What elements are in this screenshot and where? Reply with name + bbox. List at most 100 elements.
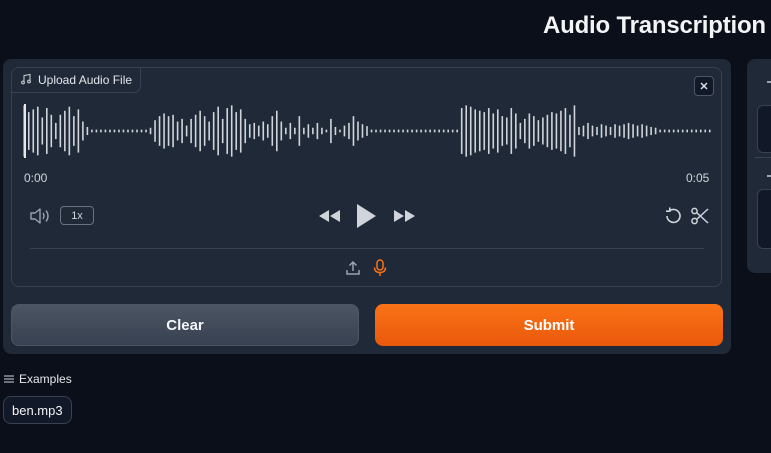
waveform-bar: [41, 117, 44, 145]
output-panel: [747, 59, 771, 273]
waveform-bar: [654, 127, 657, 135]
waveform-bar: [424, 129, 427, 133]
upload-source-button[interactable]: [343, 258, 363, 278]
waveform-bar: [298, 116, 301, 146]
waveform-bar: [140, 129, 143, 133]
volume-icon: [30, 208, 49, 224]
waveform-bar: [199, 110, 201, 152]
examples-label: Examples: [19, 372, 72, 386]
waveform-bar: [573, 105, 576, 157]
waveform-bar: [677, 129, 679, 133]
waveform-bar: [239, 109, 242, 153]
waveform-bar: [212, 112, 215, 150]
waveform-bar: [478, 110, 481, 152]
waveform-bar: [118, 129, 120, 133]
audio-input-box: [11, 67, 722, 287]
waveform-bar: [578, 126, 580, 136]
waveform-bar: [339, 129, 341, 133]
waveform-bar: [352, 116, 355, 146]
waveform-bar: [672, 129, 675, 133]
play-button[interactable]: [353, 201, 379, 231]
microphone-source-button[interactable]: [371, 258, 389, 278]
output-label-mark: [767, 81, 771, 83]
waveform-bar: [357, 121, 359, 141]
audio-input-label: Upload Audio File: [12, 68, 142, 93]
example-item[interactable]: ben.mp3: [3, 396, 72, 424]
waveform-bar: [681, 129, 684, 133]
waveform-bar: [388, 129, 391, 133]
waveform-bar: [411, 129, 413, 133]
waveform-bar: [438, 129, 440, 133]
fast-forward-button[interactable]: [392, 206, 418, 226]
waveform-bar: [289, 122, 292, 140]
waveform-bar: [614, 124, 616, 138]
close-button[interactable]: [694, 76, 714, 96]
waveform-bar: [217, 106, 219, 156]
waveform-bar: [145, 129, 147, 133]
waveform-bar: [623, 124, 625, 138]
waveform-bar: [136, 129, 138, 133]
waveform-bar: [73, 116, 75, 146]
waveform-bar: [609, 126, 612, 136]
waveform-bar: [257, 125, 260, 137]
waveform-bar: [271, 116, 274, 146]
waveform-bar: [704, 129, 707, 133]
waveform-bar: [402, 129, 404, 133]
waveform-bar: [113, 129, 116, 133]
output-field-2[interactable]: [757, 189, 771, 249]
waveform-bar: [501, 116, 504, 146]
waveform-bar: [100, 129, 102, 133]
waveform-bar: [460, 108, 463, 154]
waveform-bar: [316, 122, 319, 140]
waveform-bar: [668, 129, 670, 133]
waveform-bar: [348, 122, 350, 140]
waveform-bar: [582, 125, 585, 137]
waveform-bar: [650, 126, 652, 136]
waveform-bar: [262, 121, 265, 141]
waveform-bar: [190, 118, 192, 144]
waveform-bar: [181, 118, 183, 144]
waveform-bar: [699, 129, 702, 133]
waveform-bar: [537, 120, 540, 142]
waveform-bar: [167, 116, 170, 146]
waveform-bar: [276, 110, 278, 152]
upload-icon: [346, 260, 360, 275]
waveform-bar: [64, 110, 66, 152]
waveform-bar: [569, 114, 571, 148]
waveform-bar: [433, 129, 436, 133]
list-icon: [4, 375, 14, 383]
waveform-bar: [366, 126, 368, 136]
music-note-icon: [20, 73, 32, 88]
waveform-bar: [91, 129, 93, 133]
waveform-bar: [221, 118, 224, 144]
undo-button[interactable]: [662, 205, 684, 227]
waveform-bar: [325, 129, 328, 133]
waveform-bar: [68, 106, 71, 156]
waveform-bar: [285, 127, 287, 135]
playback-speed-button[interactable]: 1x: [60, 206, 94, 225]
waveform-bar: [334, 126, 337, 136]
volume-button[interactable]: [29, 206, 51, 226]
waveform-bar: [384, 129, 386, 133]
submit-button[interactable]: Submit: [375, 304, 723, 346]
waveform-bar: [32, 109, 35, 153]
audio-waveform[interactable]: [22, 104, 712, 158]
scissors-icon: [691, 207, 709, 225]
waveform-bar: [104, 129, 107, 133]
waveform-bar: [695, 129, 698, 133]
rewind-button[interactable]: [316, 206, 342, 226]
waveform-bar: [456, 129, 458, 133]
waveform-bar: [59, 114, 62, 148]
waveform-bar: [564, 108, 567, 154]
output-field[interactable]: [757, 105, 771, 153]
trim-button[interactable]: [689, 205, 711, 227]
playhead-cursor[interactable]: [24, 104, 26, 158]
waveform-bar: [172, 114, 174, 148]
waveform-bar: [163, 113, 165, 149]
waveform-bar: [109, 129, 111, 133]
waveform-bar: [226, 108, 228, 154]
clear-button[interactable]: Clear: [11, 304, 359, 346]
waveform-bar: [330, 118, 332, 144]
waveform-bar: [122, 129, 125, 133]
waveform-bar: [465, 105, 468, 157]
